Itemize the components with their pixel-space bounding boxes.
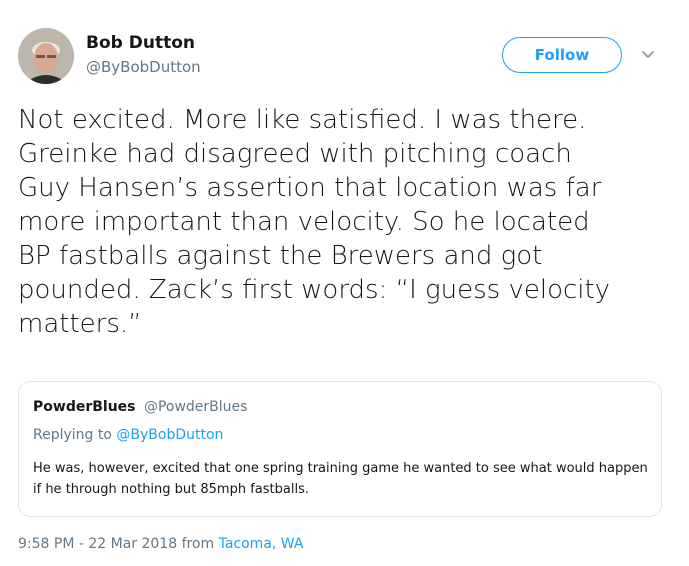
quoted-text: He was, however, excited that one spring… — [33, 461, 648, 497]
quoted-tweet[interactable]: PowderBlues @PowderBlues Replying to @By… — [18, 381, 662, 517]
quoted-author-handle: @PowderBlues — [143, 399, 248, 415]
timestamp[interactable]: 9:58 PM - 22 Mar 2018 from — [18, 536, 214, 552]
location-link[interactable]: Tacoma, WA — [219, 536, 304, 552]
author-handle[interactable]: @ByBobDutton — [86, 58, 201, 76]
quoted-header: PowderBlues @PowderBlues — [33, 399, 247, 415]
tweet-footer: 9:58 PM - 22 Mar 2018 from Tacoma, WA — [18, 536, 303, 552]
replying-to: Replying to @ByBobDutton — [33, 427, 223, 443]
replying-to-mention[interactable]: @ByBobDutton — [116, 427, 223, 443]
avatar[interactable] — [18, 28, 74, 84]
replying-to-label: Replying to — [33, 427, 112, 443]
follow-button[interactable]: Follow — [502, 37, 622, 73]
quoted-author-name: PowderBlues — [33, 399, 136, 415]
author-name[interactable]: Bob Dutton — [86, 33, 195, 53]
tweet-text: Not excited. More like satisfied. I was … — [18, 105, 611, 339]
chevron-down-icon[interactable] — [638, 44, 658, 64]
